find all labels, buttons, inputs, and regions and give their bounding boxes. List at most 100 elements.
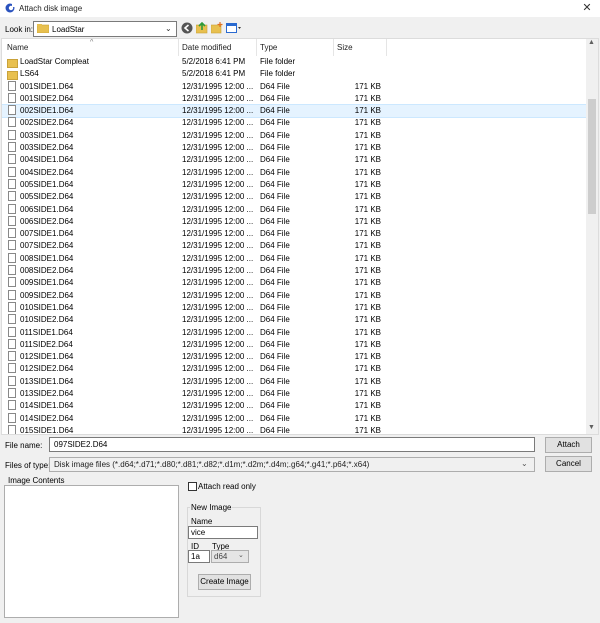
- file-row[interactable]: 003SIDE1.D64 12/31/1995 12:00 ... D64 File…: [2, 129, 586, 142]
- file-icon: [8, 400, 16, 411]
- file-name-cell: 005SIDE1.D64: [20, 179, 74, 189]
- file-row[interactable]: 008SIDE1.D64 12/31/1995 12:00 ... D64 File…: [2, 252, 586, 265]
- file-type-dropdown[interactable]: Disk image files (*.d64;*.d71;*.d80;*.d8…: [49, 457, 535, 472]
- file-type-cell: File folder: [260, 69, 296, 79]
- file-icon: [8, 424, 16, 434]
- file-name-cell: 009SIDE1.D64: [20, 278, 74, 288]
- attach-button[interactable]: Attach: [545, 437, 592, 453]
- file-name-input[interactable]: 097SIDE2.D64: [49, 437, 535, 452]
- file-row[interactable]: 001SIDE1.D64 12/31/1995 12:00 ... D64 File…: [2, 80, 586, 93]
- file-row[interactable]: 003SIDE2.D64 12/31/1995 12:00 ... D64 File…: [2, 142, 586, 154]
- image-contents-label: Image Contents: [8, 476, 65, 485]
- file-row[interactable]: 012SIDE2.D64 12/31/1995 12:00 ... D64 File…: [2, 363, 586, 375]
- attach-read-only-checkbox[interactable]: [188, 482, 197, 491]
- chevron-down-icon[interactable]: ⌄: [238, 551, 244, 559]
- file-date-cell: 12/31/1995 12:00 ...: [182, 339, 254, 349]
- file-row[interactable]: 012SIDE1.D64 12/31/1995 12:00 ... D64 File…: [2, 351, 586, 363]
- column-header-name[interactable]: Name: [7, 43, 28, 52]
- file-row[interactable]: 002SIDE2.D64 12/31/1995 12:00 ... D64 File…: [2, 117, 586, 129]
- scroll-down-arrow-icon[interactable]: ▼: [588, 424, 595, 431]
- column-divider[interactable]: [178, 39, 179, 56]
- file-name-cell: 005SIDE2.D64: [20, 192, 74, 202]
- column-divider[interactable]: [256, 39, 257, 56]
- vertical-scrollbar[interactable]: ▲ ▼: [586, 39, 598, 434]
- file-name-cell: LoadStar Compleat: [20, 57, 89, 66]
- file-size-cell: 171 KB: [354, 130, 381, 140]
- file-icon: [8, 228, 16, 239]
- file-row[interactable]: 007SIDE1.D64 12/31/1995 12:00 ... D64 File…: [2, 228, 586, 240]
- file-date-cell: 12/31/1995 12:00 ...: [182, 118, 254, 128]
- file-date-cell: 12/31/1995 12:00 ...: [182, 155, 254, 165]
- file-row[interactable]: 014SIDE2.D64 12/31/1995 12:00 ... D64 File…: [2, 412, 586, 425]
- view-menu-icon[interactable]: [226, 22, 242, 34]
- column-header-type[interactable]: Type: [260, 43, 277, 52]
- up-folder-icon[interactable]: [196, 22, 208, 34]
- file-row[interactable]: 009SIDE2.D64 12/31/1995 12:00 ... D64 File…: [2, 289, 586, 302]
- file-size-cell: 171 KB: [354, 143, 381, 153]
- file-name-cell: 006SIDE1.D64: [20, 204, 74, 214]
- cancel-button[interactable]: Cancel: [545, 456, 592, 472]
- image-contents-list[interactable]: [4, 485, 179, 618]
- file-row[interactable]: 010SIDE1.D64 12/31/1995 12:00 ... D64 File…: [2, 301, 586, 314]
- scroll-up-arrow-icon[interactable]: ▲: [588, 39, 595, 46]
- file-row[interactable]: LS64 5/2/2018 6:41 PM File folder: [2, 68, 586, 81]
- file-row[interactable]: 005SIDE1.D64 12/31/1995 12:00 ... D64 File…: [2, 178, 586, 191]
- column-header-date[interactable]: Date modified: [182, 43, 231, 52]
- file-row[interactable]: 004SIDE1.D64 12/31/1995 12:00 ... D64 File…: [2, 154, 586, 166]
- file-size-cell: 171 KB: [354, 118, 381, 128]
- file-date-cell: 12/31/1995 12:00 ...: [182, 81, 254, 91]
- file-row[interactable]: 006SIDE1.D64 12/31/1995 12:00 ... D64 File…: [2, 203, 586, 216]
- column-divider[interactable]: [386, 39, 387, 56]
- file-row[interactable]: 013SIDE2.D64 12/31/1995 12:00 ... D64 File…: [2, 388, 586, 400]
- back-icon[interactable]: [181, 22, 193, 34]
- file-icon: [8, 129, 16, 140]
- file-row[interactable]: 004SIDE2.D64 12/31/1995 12:00 ... D64 File…: [2, 166, 586, 179]
- chevron-down-icon[interactable]: ⌄: [521, 459, 528, 468]
- file-row[interactable]: 008SIDE2.D64 12/31/1995 12:00 ... D64 File…: [2, 265, 586, 277]
- file-name-cell: 012SIDE1.D64: [20, 352, 74, 362]
- file-name-cell: 012SIDE2.D64: [20, 364, 74, 374]
- file-row[interactable]: 011SIDE2.D64 12/31/1995 12:00 ... D64 File…: [2, 338, 586, 351]
- file-type-cell: D64 File: [260, 106, 290, 116]
- file-row[interactable]: LoadStar Compleat 5/2/2018 6:41 PM File fo…: [2, 56, 586, 68]
- file-row[interactable]: 002SIDE1.D64 12/31/1995 12:00 ... D64 File…: [2, 104, 587, 119]
- new-folder-icon[interactable]: [211, 22, 223, 34]
- file-name-cell: 011SIDE2.D64: [20, 339, 73, 349]
- file-type-cell: File folder: [260, 57, 296, 66]
- file-list[interactable]: ^ Name Date modified Type Size LoadStar …: [1, 38, 599, 435]
- lookin-dropdown[interactable]: LoadStar ⌄: [33, 21, 177, 37]
- file-row[interactable]: 013SIDE1.D64 12/31/1995 12:00 ... D64 File…: [2, 375, 586, 388]
- file-type-cell: D64 File: [260, 192, 290, 202]
- file-row[interactable]: 005SIDE2.D64 12/31/1995 12:00 ... D64 File…: [2, 191, 586, 203]
- close-button[interactable]: ✕: [574, 0, 600, 17]
- file-name-cell: 002SIDE2.D64: [20, 118, 74, 128]
- file-row[interactable]: 010SIDE2.D64 12/31/1995 12:00 ... D64 File…: [2, 314, 586, 326]
- column-divider[interactable]: [333, 39, 334, 56]
- file-row[interactable]: 009SIDE1.D64 12/31/1995 12:00 ... D64 File…: [2, 277, 586, 289]
- file-row[interactable]: 001SIDE2.D64 12/31/1995 12:00 ... D64 File…: [2, 92, 586, 105]
- file-name-cell: 002SIDE1.D64: [20, 106, 74, 116]
- file-name-cell: 008SIDE2.D64: [20, 266, 74, 276]
- image-name-input[interactable]: vice: [188, 526, 258, 539]
- file-type-cell: D64 File: [260, 118, 290, 128]
- column-header-size[interactable]: Size: [337, 43, 353, 52]
- scrollbar-thumb[interactable]: [588, 99, 596, 214]
- file-size-cell: 171 KB: [354, 167, 381, 177]
- image-id-input[interactable]: 1a: [188, 550, 210, 563]
- create-image-button[interactable]: Create Image: [198, 574, 251, 590]
- file-type-cell: D64 File: [260, 376, 290, 386]
- file-icon: [8, 142, 16, 153]
- file-date-cell: 12/31/1995 12:00 ...: [182, 204, 254, 214]
- file-row[interactable]: 014SIDE1.D64 12/31/1995 12:00 ... D64 File…: [2, 400, 586, 412]
- file-name-cell: 003SIDE1.D64: [20, 130, 74, 140]
- file-type-cell: D64 File: [260, 241, 290, 251]
- file-type-cell: D64 File: [260, 413, 290, 423]
- file-name-cell: LS64: [20, 69, 39, 79]
- file-row[interactable]: 007SIDE2.D64 12/31/1995 12:00 ... D64 File…: [2, 240, 586, 252]
- file-row[interactable]: 011SIDE1.D64 12/31/1995 12:00 ... D64 File…: [2, 326, 586, 339]
- file-row[interactable]: 015SIDE1.D64 12/31/1995 12:00 ... D64 File…: [2, 424, 586, 434]
- file-date-cell: 12/31/1995 12:00 ...: [182, 106, 254, 116]
- file-row[interactable]: 006SIDE2.D64 12/31/1995 12:00 ... D64 File…: [2, 215, 586, 228]
- file-date-cell: 12/31/1995 12:00 ...: [182, 143, 254, 153]
- attach-read-only-label[interactable]: Attach read only: [198, 482, 256, 491]
